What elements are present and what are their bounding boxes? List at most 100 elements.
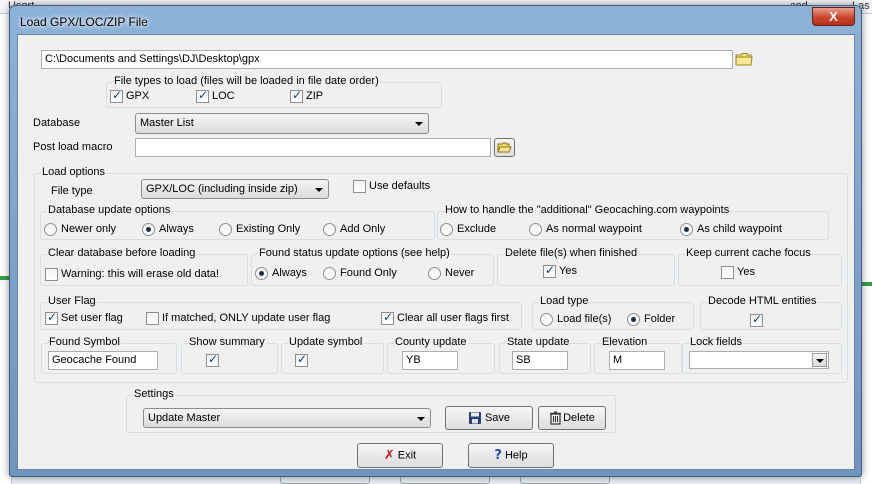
state-update-input[interactable]: SB [512,351,568,370]
gpx-label: GPX [126,90,150,102]
database-value: Master List [140,117,194,129]
chevron-down-icon [315,188,323,192]
set-user-flag-label: Set user flag [61,312,123,324]
loc-checkbox[interactable] [196,88,209,103]
existing-only-label: Existing Only [236,223,301,235]
clear-database-warning: Warning: this will erase old data! [61,268,219,280]
lock-fields-group: Lock fields [682,336,842,374]
database-label: Database [33,117,81,129]
load-gpx-dialog: Load GPX/LOC/ZIP File X C:\Documents and… [9,5,862,477]
load-files-radio[interactable] [540,313,553,326]
title-bar[interactable]: Load GPX/LOC/ZIP File X [10,6,861,32]
floppy-disk-icon [468,412,481,425]
county-update-input[interactable]: YB [402,351,458,370]
found-always-radio[interactable] [255,267,268,280]
clear-database-legend: Clear database before loading [47,247,197,259]
existing-only-radio[interactable] [219,223,232,236]
delete-files-label: Yes [559,265,577,277]
always-label: Always [159,223,194,235]
found-only-radio[interactable] [323,267,336,280]
update-symbol-group: Update symbol [281,336,384,374]
browse-folder-icon[interactable] [735,51,753,67]
newer-only-radio[interactable] [44,223,57,236]
load-folder-label: Folder [644,313,676,325]
decode-html-legend: Decode HTML entities [707,295,818,307]
load-folder-radio[interactable] [627,313,640,326]
exit-label: Exit [397,449,417,462]
elevation-input[interactable]: M [609,351,665,370]
settings-select[interactable]: Update Master [143,408,431,428]
found-only-label: Found Only [340,267,397,279]
keep-focus-checkbox[interactable] [721,266,734,279]
dialog-body: C:\Documents and Settings\DJ\Desktop\gpx… [17,34,855,470]
use-defaults-checkbox[interactable] [353,180,366,193]
zip-checkbox[interactable] [290,88,303,103]
open-macro-button[interactable] [494,138,515,157]
gpx-checkbox[interactable] [110,88,123,103]
clear-user-flags-checkbox[interactable] [381,310,394,325]
clear-database-checkbox[interactable] [45,268,58,281]
show-summary-group: Show summary [181,336,278,374]
clear-database-group: Clear database before loading Warning: t… [40,247,248,286]
update-symbol-checkbox[interactable] [295,352,308,367]
help-label: Help [504,449,528,462]
settings-value: Update Master [148,412,221,424]
delete-label: Delete [563,412,595,424]
exit-button[interactable]: ✗ Exit [357,443,443,468]
lock-fields-select[interactable] [689,351,829,369]
file-types-group: File types to load (files will be loaded… [106,75,442,108]
help-button[interactable]: ? Help [468,443,554,468]
post-load-macro-input[interactable] [135,138,491,157]
show-summary-checkbox[interactable] [206,352,219,367]
load-type-legend: Load type [539,295,590,307]
found-status-legend: Found status update options (see help) [258,247,451,259]
add-only-radio[interactable] [323,223,336,236]
normal-waypoint-label: As normal waypoint [546,223,642,235]
chevron-down-icon [812,353,827,367]
user-flag-legend: User Flag [47,295,97,307]
found-symbol-input[interactable]: Geocache Found [48,351,158,370]
question-mark-icon: ? [494,448,502,463]
elevation-group: Elevation M [594,336,682,374]
save-label: Save [484,412,511,424]
state-update-legend: State update [506,336,571,348]
show-summary-legend: Show summary [188,336,266,348]
additional-waypoints-group: How to handle the "additional" Geocachin… [437,204,829,240]
file-type-label: File type [51,185,93,197]
settings-group: Settings Update Master Save Delete [126,388,616,433]
set-user-flag-checkbox[interactable] [45,310,58,325]
save-settings-button[interactable]: Save [445,406,533,430]
normal-waypoint-radio[interactable] [529,223,542,236]
exclude-radio[interactable] [440,223,453,236]
found-never-radio[interactable] [428,267,441,280]
found-never-label: Never [445,267,475,279]
user-flag-group: User Flag Set user flag If matched, ONLY… [40,295,522,330]
child-waypoint-radio[interactable] [680,223,693,236]
open-folder-icon [497,142,512,153]
window-title: Load GPX/LOC/ZIP File [20,15,148,29]
lock-fields-legend: Lock fields [689,336,743,348]
keep-focus-group: Keep current cache focus Yes [678,247,842,286]
settings-legend: Settings [133,388,175,400]
additional-waypoints-legend: How to handle the "additional" Geocachin… [444,204,731,216]
file-type-select[interactable]: GPX/LOC (including inside zip) [141,179,329,199]
chevron-down-icon [417,417,425,421]
only-update-user-flag-checkbox[interactable] [146,312,159,325]
delete-settings-button[interactable]: Delete [538,406,606,430]
found-always-label: Always [272,267,307,279]
delete-files-checkbox[interactable] [543,263,556,278]
loc-label: LOC [212,90,235,102]
file-types-legend: File types to load (files will be loaded… [113,75,380,87]
decode-html-checkbox[interactable] [750,312,763,327]
elevation-legend: Elevation [601,336,649,348]
close-button[interactable]: X [812,7,855,26]
found-symbol-group: Found Symbol Geocache Found [41,336,177,374]
red-x-icon: ✗ [383,448,395,463]
path-input[interactable]: C:\Documents and Settings\DJ\Desktop\gpx [41,50,733,69]
load-options-legend: Load options [41,166,106,178]
keep-focus-legend: Keep current cache focus [685,247,812,259]
always-radio[interactable] [142,223,155,236]
use-defaults-label: Use defaults [369,180,431,192]
database-select[interactable]: Master List [135,113,429,134]
add-only-label: Add Only [340,223,386,235]
